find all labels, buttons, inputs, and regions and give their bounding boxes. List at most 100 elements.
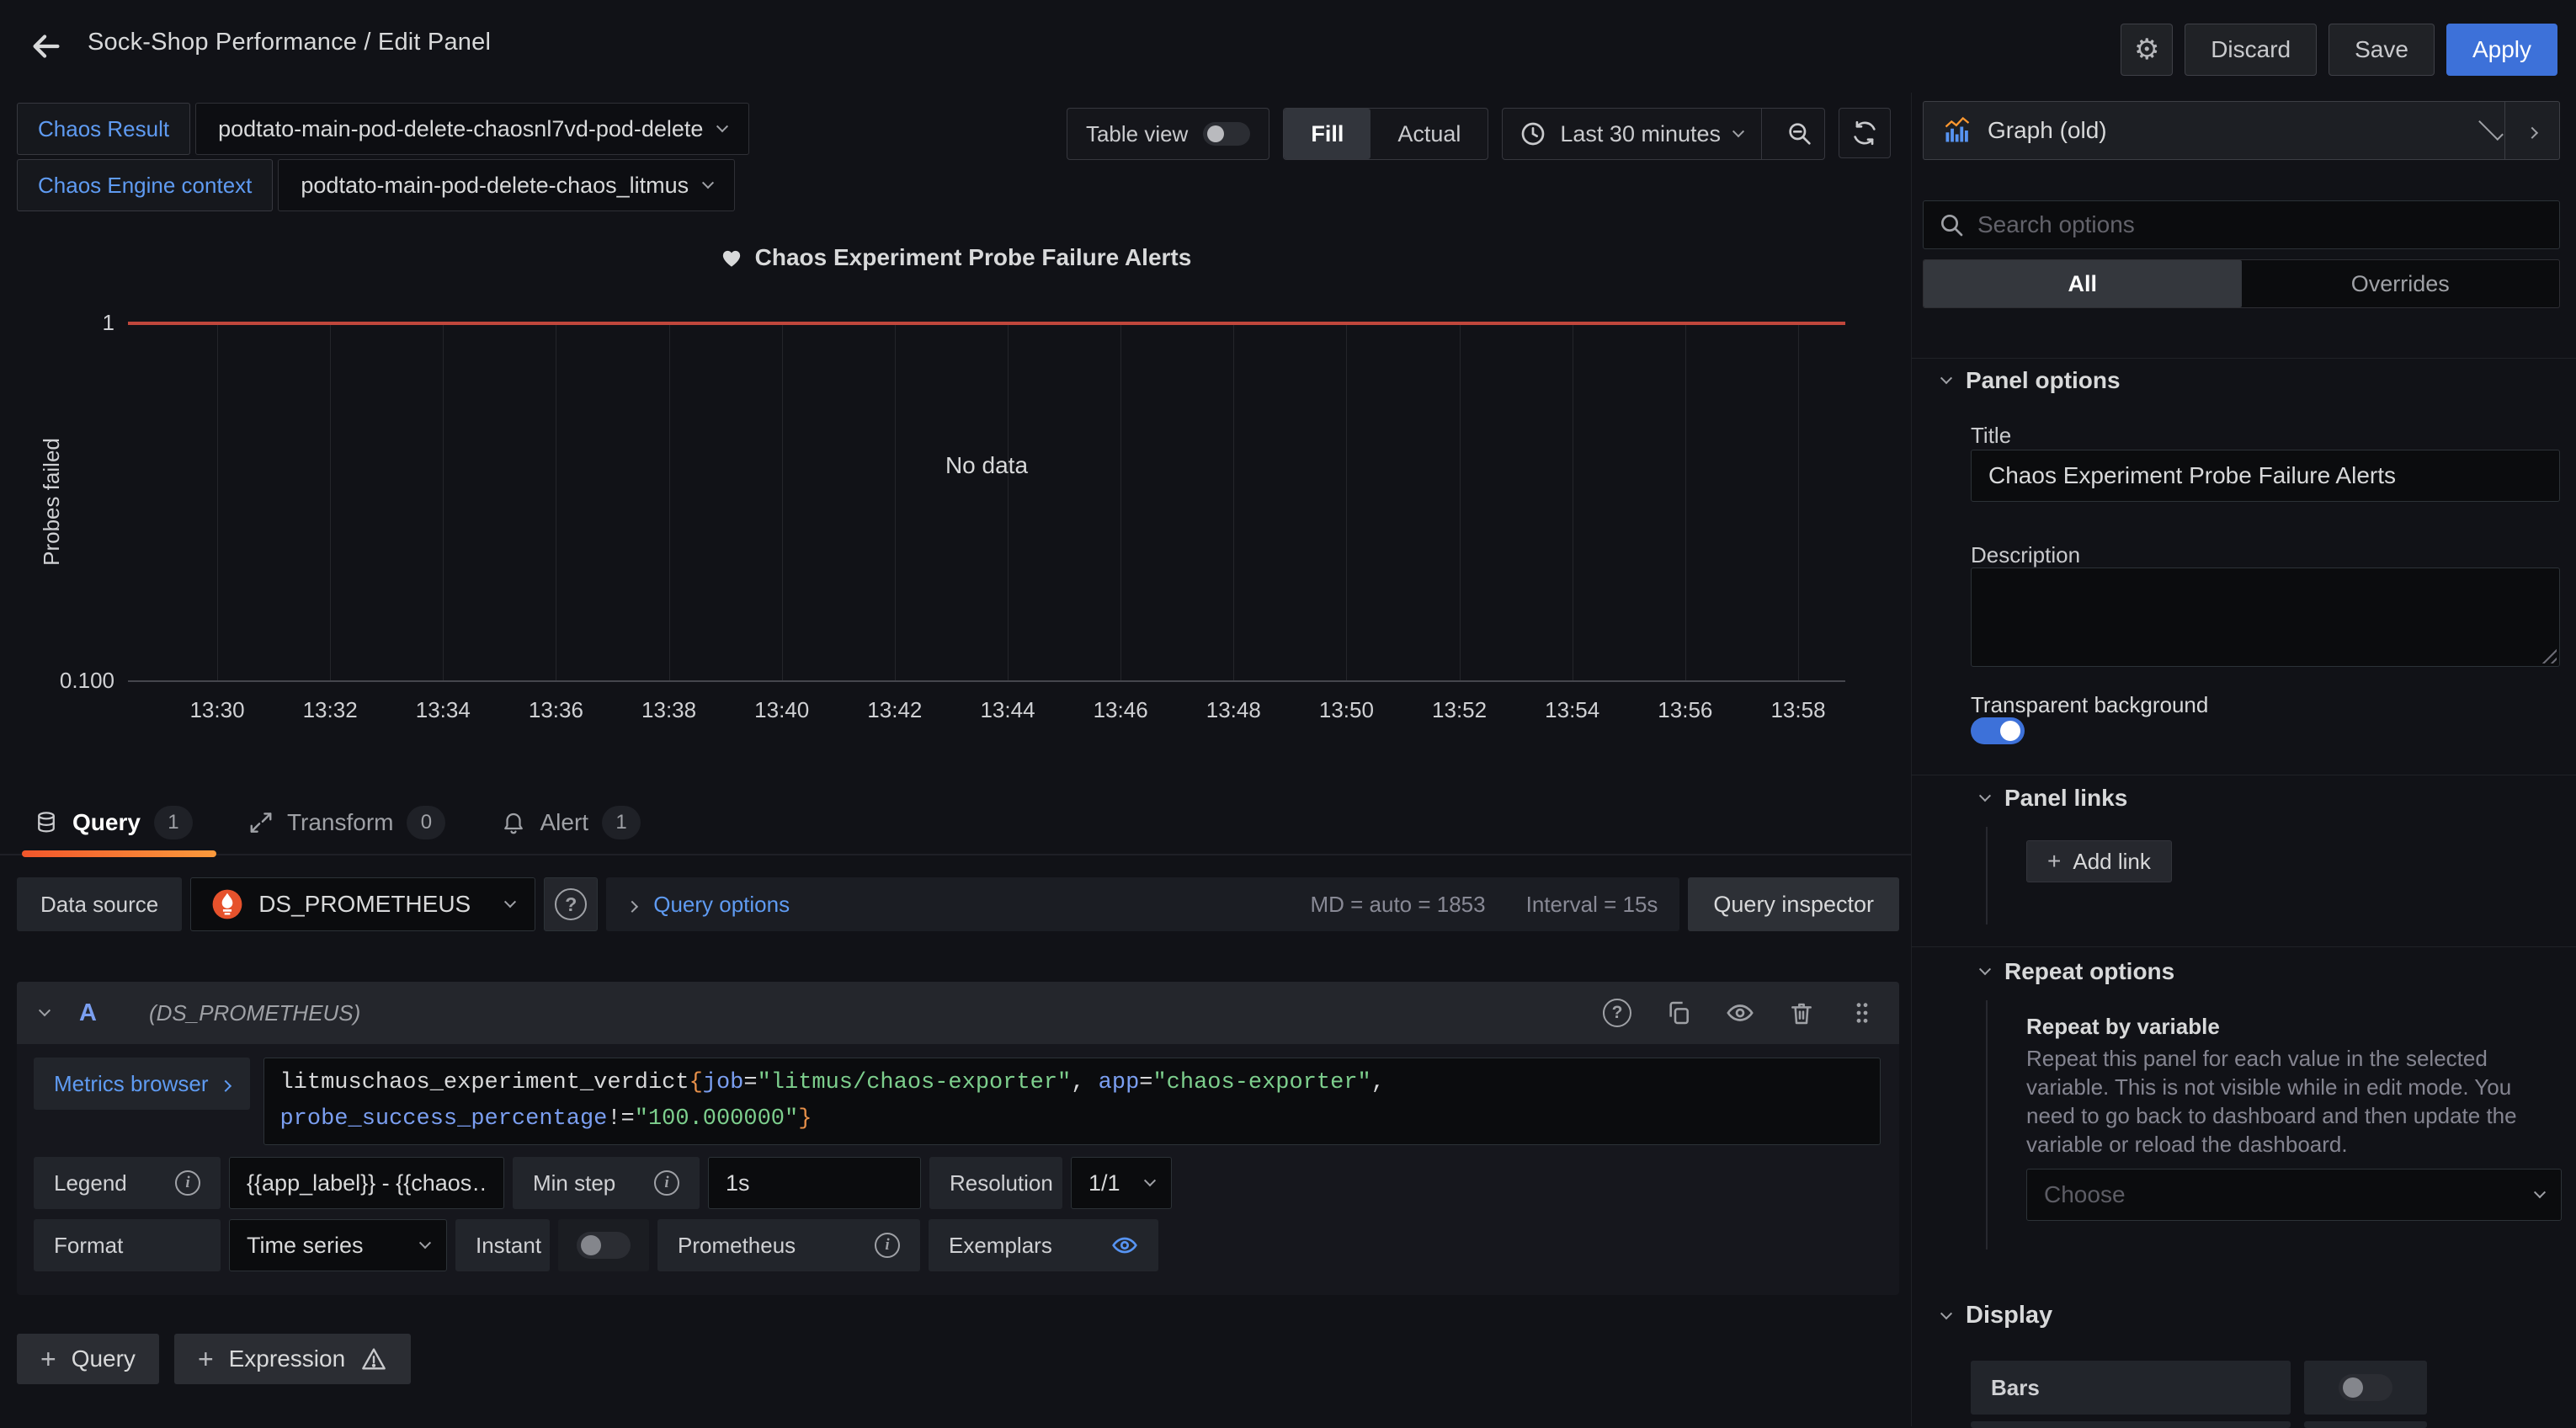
zoom-out-icon: [1786, 120, 1813, 147]
tab-count-badge: 0: [407, 806, 445, 839]
panel-description-textarea[interactable]: [1971, 567, 2560, 667]
add-link-button[interactable]: + Add link: [2026, 840, 2172, 882]
refresh-icon: [1851, 120, 1878, 147]
drag-handle[interactable]: [1849, 999, 1876, 1026]
query-expression[interactable]: litmuschaos_experiment_verdict{job="litm…: [263, 1058, 1881, 1145]
table-view-switch[interactable]: [1203, 122, 1250, 146]
add-query-button[interactable]: + Query: [17, 1334, 159, 1384]
expr-segment-metric: litmuschaos_experiment_verdict: [279, 1070, 689, 1095]
graph-panel-icon: [1942, 115, 1972, 146]
chevron-down-icon: [702, 177, 714, 189]
add-expression-button[interactable]: + Expression: [174, 1334, 411, 1384]
display-heading[interactable]: Display: [1942, 1302, 2052, 1329]
query-options-row-2: Format Time series Instant Prometheus: [34, 1219, 1881, 1271]
gridline: [1008, 323, 1009, 680]
query-datasource-hint: (DS_PROMETHEUS): [149, 1000, 360, 1026]
x-tick-label: 13:34: [416, 697, 471, 723]
title-label: Title: [1971, 423, 2011, 449]
legend-field-label: Legend i: [34, 1157, 221, 1209]
main-pane: Chaos Result podtato-main-pod-delete-cha…: [0, 0, 1911, 1426]
discard-button[interactable]: Discard: [2185, 24, 2317, 76]
repeat-options-heading[interactable]: Repeat options: [1981, 958, 2174, 985]
next-option-toggle-clipped: [2304, 1421, 2427, 1428]
chevron-down-icon: [2478, 115, 2504, 141]
add-buttons-row: + Query + Expression: [17, 1334, 1899, 1384]
filter-tab-all[interactable]: All: [1924, 260, 2242, 307]
repeat-description: Repeat this panel for each value in the …: [2026, 1044, 2562, 1159]
bars-option-label: Bars: [1971, 1361, 2291, 1415]
help-icon: ?: [555, 888, 587, 920]
panel-options-heading[interactable]: Panel options: [1942, 367, 2121, 394]
tab-label: Alert: [540, 809, 588, 836]
panel-links-heading-text: Panel links: [2004, 785, 2127, 812]
query-row-header[interactable]: A (DS_PROMETHEUS) ?: [17, 982, 1899, 1044]
delete-query-button[interactable]: [1788, 999, 1815, 1026]
actual-option[interactable]: Actual: [1370, 109, 1488, 159]
query-inspector-button[interactable]: Query inspector: [1688, 877, 1899, 931]
exemplars-eye-icon[interactable]: [1111, 1232, 1138, 1259]
interval-info: Interval = 15s: [1526, 892, 1658, 918]
filter-tab-overrides[interactable]: Overrides: [2242, 260, 2560, 307]
format-field-label: Format: [34, 1219, 221, 1271]
gridline: [1685, 323, 1686, 680]
toggle-query-visibility-button[interactable]: [1726, 999, 1754, 1027]
grip-dots-icon: [1849, 999, 1876, 1026]
visualization-picker[interactable]: Graph (old): [1923, 101, 2560, 160]
min-step-label-text: Min step: [533, 1170, 615, 1196]
editor-tabs: Query 1 Transform 0 Alert 1: [0, 791, 1911, 855]
min-step-input[interactable]: [708, 1157, 921, 1209]
visualization-name: Graph (old): [1988, 117, 2107, 144]
panel-links-heading[interactable]: Panel links: [1981, 785, 2127, 812]
refresh-button[interactable]: [1839, 108, 1891, 158]
datasource-picker[interactable]: DS_PROMETHEUS: [190, 877, 535, 931]
search-options-input[interactable]: [1923, 200, 2560, 249]
chevron-right-icon: [626, 901, 638, 913]
panel-settings-button[interactable]: ⚙: [2121, 24, 2173, 76]
time-range-label[interactable]: Last 30 minutes: [1560, 121, 1721, 147]
save-button[interactable]: Save: [2329, 24, 2435, 76]
resolution-select[interactable]: 1/1: [1071, 1157, 1172, 1209]
exemplars-label-text: Exemplars: [949, 1233, 1052, 1259]
chevron-right-icon: [2526, 127, 2538, 139]
instant-switch[interactable]: [577, 1232, 631, 1259]
format-select[interactable]: Time series: [229, 1219, 447, 1271]
expr-segment-string: "chaos-exporter": [1152, 1070, 1370, 1095]
next-option-label-clipped: [1971, 1421, 2291, 1428]
x-tick-label: 13:48: [1206, 697, 1261, 723]
tab-query[interactable]: Query 1: [34, 791, 193, 854]
x-tick-label: 13:52: [1432, 697, 1487, 723]
plot-area[interactable]: 1 0.100 Probes failed No data 13:3013:32…: [128, 323, 1845, 682]
panel-title-input[interactable]: [1971, 450, 2560, 502]
no-data-text: No data: [945, 452, 1028, 479]
eye-icon: [1726, 999, 1754, 1027]
x-tick-label: 13:44: [980, 697, 1035, 723]
variable-label: Chaos Result: [17, 103, 190, 155]
apply-button[interactable]: Apply: [2446, 24, 2557, 76]
bars-switch[interactable]: [2339, 1374, 2392, 1401]
legend-input[interactable]: [229, 1157, 504, 1209]
fill-option[interactable]: Fill: [1284, 109, 1370, 159]
datasource-help-button[interactable]: ?: [544, 877, 598, 931]
collapse-chevron-icon: [39, 1004, 51, 1016]
repeat-variable-select[interactable]: Choose: [2026, 1169, 2562, 1221]
collapse-options-button[interactable]: [2505, 102, 2559, 159]
zoom-out-button[interactable]: [1775, 109, 1824, 159]
query-row-actions: ?: [1603, 999, 1876, 1027]
query-help-button[interactable]: ?: [1603, 999, 1631, 1027]
switch-knob: [1207, 125, 1224, 142]
query-options-toggle[interactable]: Query options: [653, 892, 790, 918]
tab-transform[interactable]: Transform 0: [248, 791, 446, 854]
info-icon: i: [175, 1170, 200, 1196]
transparent-background-switch[interactable]: [1971, 717, 2025, 744]
gridline: [1798, 323, 1799, 680]
metrics-browser-button[interactable]: Metrics browser: [34, 1058, 250, 1110]
duplicate-query-button[interactable]: [1665, 999, 1692, 1026]
expr-segment-label: app: [1099, 1070, 1140, 1095]
tab-alert[interactable]: Alert 1: [501, 791, 641, 854]
panel-header[interactable]: Chaos Experiment Probe Failure Alerts: [17, 244, 1894, 271]
graph-panel: Chaos Experiment Probe Failure Alerts 1 …: [17, 221, 1894, 759]
expression-row: Metrics browser litmuschaos_experiment_v…: [34, 1058, 1881, 1145]
variable-value-dropdown[interactable]: podtato-main-pod-delete-chaosnl7vd-pod-d…: [195, 103, 749, 155]
variable-value-dropdown[interactable]: podtato-main-pod-delete-chaos_litmus: [278, 159, 735, 211]
options-search: [1923, 200, 2560, 249]
